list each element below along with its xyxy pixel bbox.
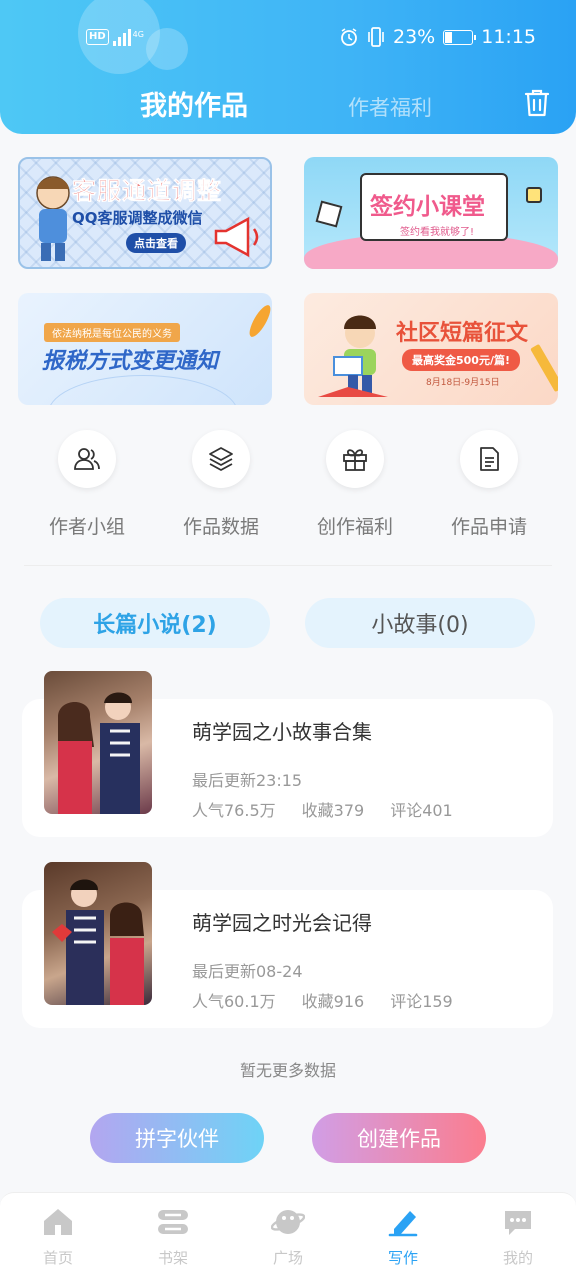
quick-creation-benefits[interactable]: 创作福利 — [288, 430, 422, 539]
banner-customer-service[interactable]: 客服通道调整 QQ客服调整成微信 点击查看 — [18, 157, 272, 269]
signal-icon: 4G — [109, 28, 144, 46]
quick-work-application[interactable]: 作品申请 — [422, 430, 556, 539]
cube-decor — [526, 187, 542, 203]
tab-short-stories[interactable]: 小故事(0) — [305, 598, 535, 648]
banner-title: 签约小课堂 — [370, 194, 485, 220]
banner-short-story-contest[interactable]: 社区短篇征文 最高奖金500元/篇! 8月18日-9月15日 — [304, 293, 558, 405]
work-favorites: 收藏379 — [301, 801, 365, 820]
nav-item-bookshelf[interactable]: 书架 — [133, 1207, 213, 1268]
pencil-decor — [530, 343, 558, 393]
alarm-icon — [341, 28, 357, 46]
bottom-nav: 首页 书架 广场 写作 我的 — [0, 1192, 576, 1280]
no-more-data-text: 暂无更多数据 — [239, 1061, 336, 1080]
header: HD 4G 23% 11:15 我的作品 作者福利 — [0, 0, 576, 134]
document-icon — [460, 430, 518, 488]
chat-icon — [505, 1211, 531, 1235]
work-favorites: 收藏916 — [301, 992, 365, 1011]
tab-my-works[interactable]: 我的作品 — [140, 84, 248, 123]
nav-item-home[interactable]: 首页 — [18, 1207, 98, 1268]
banner-title: 客服通道调整 — [72, 177, 222, 206]
banner-note: 8月18日-9月15日 — [426, 378, 500, 388]
banner-subtitle: 最高奖金500元/篇! — [402, 349, 520, 371]
megaphone-icon — [214, 216, 259, 258]
work-stats: 人气76.5万 收藏379 评论401 — [192, 797, 453, 821]
layers-icon — [192, 430, 250, 488]
create-work-button[interactable]: 创建作品 — [312, 1113, 486, 1163]
work-comments: 评论401 — [390, 801, 453, 820]
reading-kid-illustration — [318, 315, 388, 397]
cube-decor — [315, 200, 343, 228]
quick-label: 作品数据 — [182, 516, 259, 538]
work-stats: 人气60.1万 收藏916 评论159 — [192, 988, 453, 1012]
banner-title: 报税方式变更通知 — [42, 349, 219, 374]
banner-subtitle: QQ客服调整成微信 — [72, 209, 203, 227]
gift-icon — [326, 430, 384, 488]
clock: 11:15 — [481, 26, 536, 48]
bookshelf-icon — [158, 1210, 188, 1234]
tab-long-novels[interactable]: 长篇小说(2) — [40, 598, 270, 648]
work-comments: 评论159 — [390, 992, 453, 1011]
banner-subtitle: 签约看我就够了! — [400, 227, 475, 238]
work-cover-image[interactable] — [44, 671, 152, 814]
vibrate-icon — [368, 27, 384, 47]
status-bar-left: HD 4G — [86, 22, 144, 52]
quick-label: 作品申请 — [450, 516, 527, 538]
pen-icon — [388, 1211, 418, 1237]
quick-label: 创作福利 — [316, 516, 393, 538]
decor-bubble — [146, 28, 188, 70]
nav-item-plaza[interactable]: 广场 — [248, 1207, 328, 1268]
banner-signing-class[interactable]: 签约小课堂 签约看我就够了! — [304, 157, 558, 269]
work-popularity: 人气60.1万 — [192, 992, 276, 1011]
work-title[interactable]: 萌学园之时光会记得 — [192, 907, 372, 936]
banner-cta-button[interactable]: 点击查看 — [126, 233, 186, 253]
quick-work-data[interactable]: 作品数据 — [154, 430, 288, 539]
banner-tax-notice[interactable]: 依法纳税是每位公民的义务 报税方式变更通知 — [18, 293, 272, 405]
nav-item-mine[interactable]: 我的 — [478, 1207, 558, 1268]
hd-icon: HD — [86, 29, 109, 45]
nav-label: 我的 — [502, 1249, 533, 1267]
work-last-update: 最后更新23:15 — [192, 771, 303, 790]
work-last-update: 最后更新08-24 — [192, 962, 303, 981]
leaf-decor — [245, 302, 272, 340]
work-cover-image[interactable] — [44, 862, 152, 1005]
nav-item-write[interactable]: 写作 — [363, 1207, 443, 1268]
quick-label: 作者小组 — [48, 516, 125, 538]
quick-author-group[interactable]: 作者小组 — [20, 430, 154, 539]
nav-label: 首页 — [42, 1249, 73, 1267]
work-popularity: 人气76.5万 — [192, 801, 276, 820]
nav-label: 写作 — [387, 1249, 418, 1267]
writing-partner-button[interactable]: 拼字伙伴 — [90, 1113, 264, 1163]
planet-icon — [270, 1210, 306, 1234]
divider — [24, 565, 552, 566]
work-title[interactable]: 萌学园之小故事合集 — [192, 716, 372, 745]
banner-title: 社区短篇征文 — [396, 321, 529, 346]
banner-subtitle: 依法纳税是每位公民的义务 — [44, 323, 180, 342]
group-icon — [58, 430, 116, 488]
home-icon — [44, 1209, 72, 1235]
nav-label: 广场 — [272, 1249, 303, 1267]
battery-icon — [443, 29, 477, 45]
status-bar-right: 23% 11:15 — [339, 22, 536, 52]
nav-label: 书架 — [157, 1249, 188, 1267]
trash-icon[interactable] — [524, 88, 550, 118]
battery-percent: 23% — [393, 26, 436, 48]
tab-author-benefits[interactable]: 作者福利 — [348, 92, 432, 122]
banner-decor — [48, 375, 238, 405]
